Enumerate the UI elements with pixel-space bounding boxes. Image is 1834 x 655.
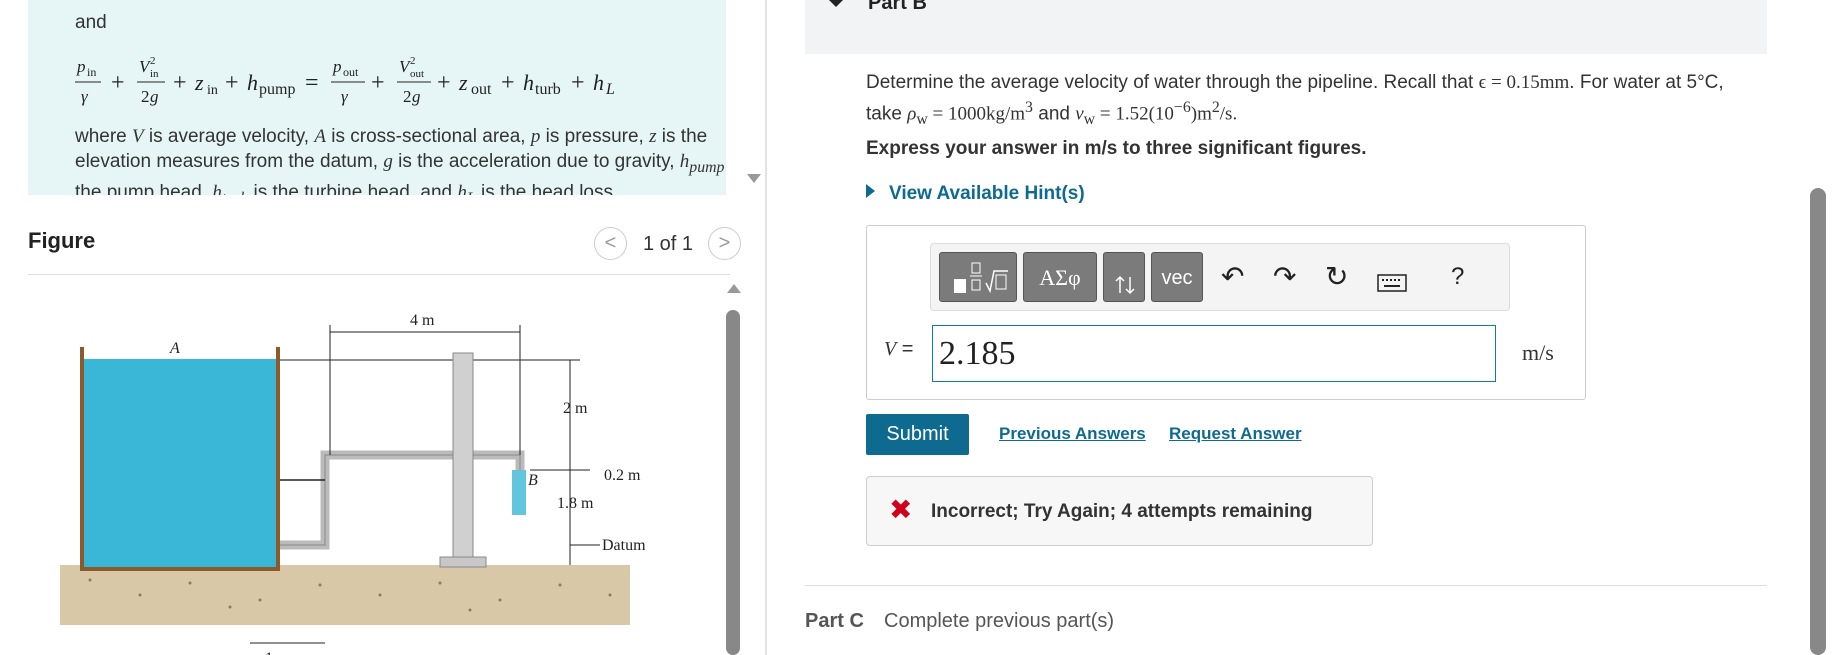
view-hints-label: View Available Hint(s) <box>889 183 1085 204</box>
request-answer-link[interactable]: Request Answer <box>1169 424 1302 444</box>
left-pane: and p in γ + V 2 in 2g + z in + h pump = p out… <box>0 0 761 655</box>
svg-text:2: 2 <box>141 87 150 106</box>
part-b-title: Part B <box>868 0 927 14</box>
intro-box: and p in γ + V 2 in 2g + z in + h pump = p out… <box>28 0 726 195</box>
part-c-divider <box>805 585 1767 586</box>
reservoir-right-wall <box>276 347 280 569</box>
point-A-label: A <box>169 340 180 357</box>
figure-scroll-up-arrow-icon[interactable] <box>727 284 741 293</box>
svg-text:h: h <box>523 70 534 95</box>
subscript-superscript-button[interactable] <box>1103 252 1145 302</box>
figure-next-button[interactable]: > <box>708 227 741 260</box>
figure-prev-button[interactable]: < <box>594 227 627 260</box>
energy-equation: p in γ + V 2in 2g + z in + h pump = p out γ +… <box>75 55 615 106</box>
svg-text:in: in <box>207 83 218 98</box>
greek-letters-button[interactable]: ΑΣφ <box>1023 252 1097 302</box>
redo-icon[interactable]: ↷ <box>1273 262 1296 292</box>
reservoir-water <box>82 359 278 569</box>
part-b-header[interactable] <box>805 0 1767 54</box>
help-button[interactable]: ? <box>1451 262 1464 292</box>
svg-text:g: g <box>150 87 159 106</box>
svg-text:2: 2 <box>403 87 412 106</box>
svg-text:2: 2 <box>150 55 156 67</box>
svg-text:z: z <box>194 70 204 95</box>
reservoir-floor <box>80 567 280 571</box>
keyboard-icon[interactable] <box>1377 268 1407 298</box>
caret-right-icon <box>866 184 875 198</box>
part-c-status: Complete previous part(s) <box>884 610 1115 632</box>
templates-button[interactable] <box>939 252 1017 302</box>
view-hints-link[interactable]: View Available Hint(s) <box>866 183 1085 205</box>
dim-4m-label: 4 m <box>410 312 435 329</box>
figure-divider <box>28 274 730 275</box>
svg-text:+: + <box>225 70 239 96</box>
dim-1m-label: 1 m <box>265 650 290 655</box>
feedback-text: Incorrect; Try Again; 4 attempts remaini… <box>931 501 1313 522</box>
svg-text:h: h <box>593 70 604 95</box>
svg-text:+: + <box>371 70 385 96</box>
svg-text:out: out <box>343 65 359 79</box>
svg-text:z: z <box>458 70 468 95</box>
svg-text:pump: pump <box>259 81 295 98</box>
dim-0-2m-label: 0.2 m <box>604 467 641 484</box>
answer-input[interactable]: 2.185 <box>932 325 1496 382</box>
svg-text:γ: γ <box>341 87 349 106</box>
svg-text:turb: turb <box>535 81 561 98</box>
svg-text:g: g <box>412 87 421 106</box>
dim-2m-label: 2 m <box>563 400 588 417</box>
ground <box>60 565 630 625</box>
svg-text:+: + <box>173 70 187 96</box>
undo-icon[interactable]: ↶ <box>1221 262 1244 292</box>
point-B-label: B <box>528 472 538 489</box>
part-c-title: Part C <box>805 610 864 632</box>
figure-title: Figure <box>28 228 96 253</box>
svg-text:+: + <box>437 70 451 96</box>
svg-text:L: L <box>605 81 615 98</box>
pipe <box>280 450 525 550</box>
svg-text:p: p <box>76 57 86 76</box>
pipe-outline <box>280 454 521 546</box>
svg-text:=: = <box>305 70 319 96</box>
previous-answers-link[interactable]: Previous Answers <box>999 424 1146 444</box>
intro-and: and <box>75 12 107 33</box>
answer-variable-label: V = <box>884 338 914 360</box>
svg-text:2: 2 <box>410 55 416 67</box>
chevron-down-icon[interactable] <box>827 0 845 7</box>
fraction-sqrt-icon <box>954 262 1008 294</box>
answer-instruction: Express your answer in m/s to three sign… <box>866 138 1367 159</box>
intro-where-paragraph: where V is average velocity, A is cross-… <box>75 126 725 195</box>
feedback-box: ✖ Incorrect; Try Again; 4 attempts remai… <box>866 476 1373 546</box>
reset-icon[interactable]: ↻ <box>1325 262 1348 292</box>
svg-text:+: + <box>501 70 515 96</box>
pane-divider[interactable] <box>765 0 767 655</box>
question-text: Determine the average velocity of water … <box>866 72 1724 129</box>
svg-text:+: + <box>111 70 125 96</box>
pipeline-diagram: A B 4 m 2 m 0.2 m 1.8 m Datum 1 m <box>60 312 646 655</box>
svg-text:in: in <box>87 65 96 79</box>
svg-text:in: in <box>150 68 159 80</box>
figure-scrollbar[interactable] <box>726 310 740 655</box>
dim-1-8m-label: 1.8 m <box>557 495 594 512</box>
answer-unit: m/s <box>1522 340 1554 365</box>
water-jet <box>512 470 526 515</box>
vector-button[interactable]: vec <box>1151 252 1203 302</box>
submit-button[interactable]: Submit <box>866 414 969 455</box>
svg-text:p: p <box>332 57 342 76</box>
support-column <box>452 352 474 566</box>
column-base <box>439 556 487 568</box>
svg-text:out: out <box>471 81 492 98</box>
svg-text:γ: γ <box>81 87 89 106</box>
svg-text:out: out <box>410 68 424 80</box>
arrows-updown-icon <box>1115 275 1135 295</box>
math-toolbar: ΑΣφ vec ↶ ↷ ↻ ? <box>930 243 1510 311</box>
error-x-icon: ✖ <box>889 494 913 525</box>
figure-counter: 1 of 1 <box>643 233 694 255</box>
svg-text:+: + <box>571 70 585 96</box>
reservoir-left-wall <box>80 347 84 569</box>
datum-label: Datum <box>602 537 646 554</box>
svg-text:h: h <box>247 70 258 95</box>
scroll-down-arrow-icon[interactable] <box>747 174 761 183</box>
main-scrollbar[interactable] <box>1810 188 1826 655</box>
